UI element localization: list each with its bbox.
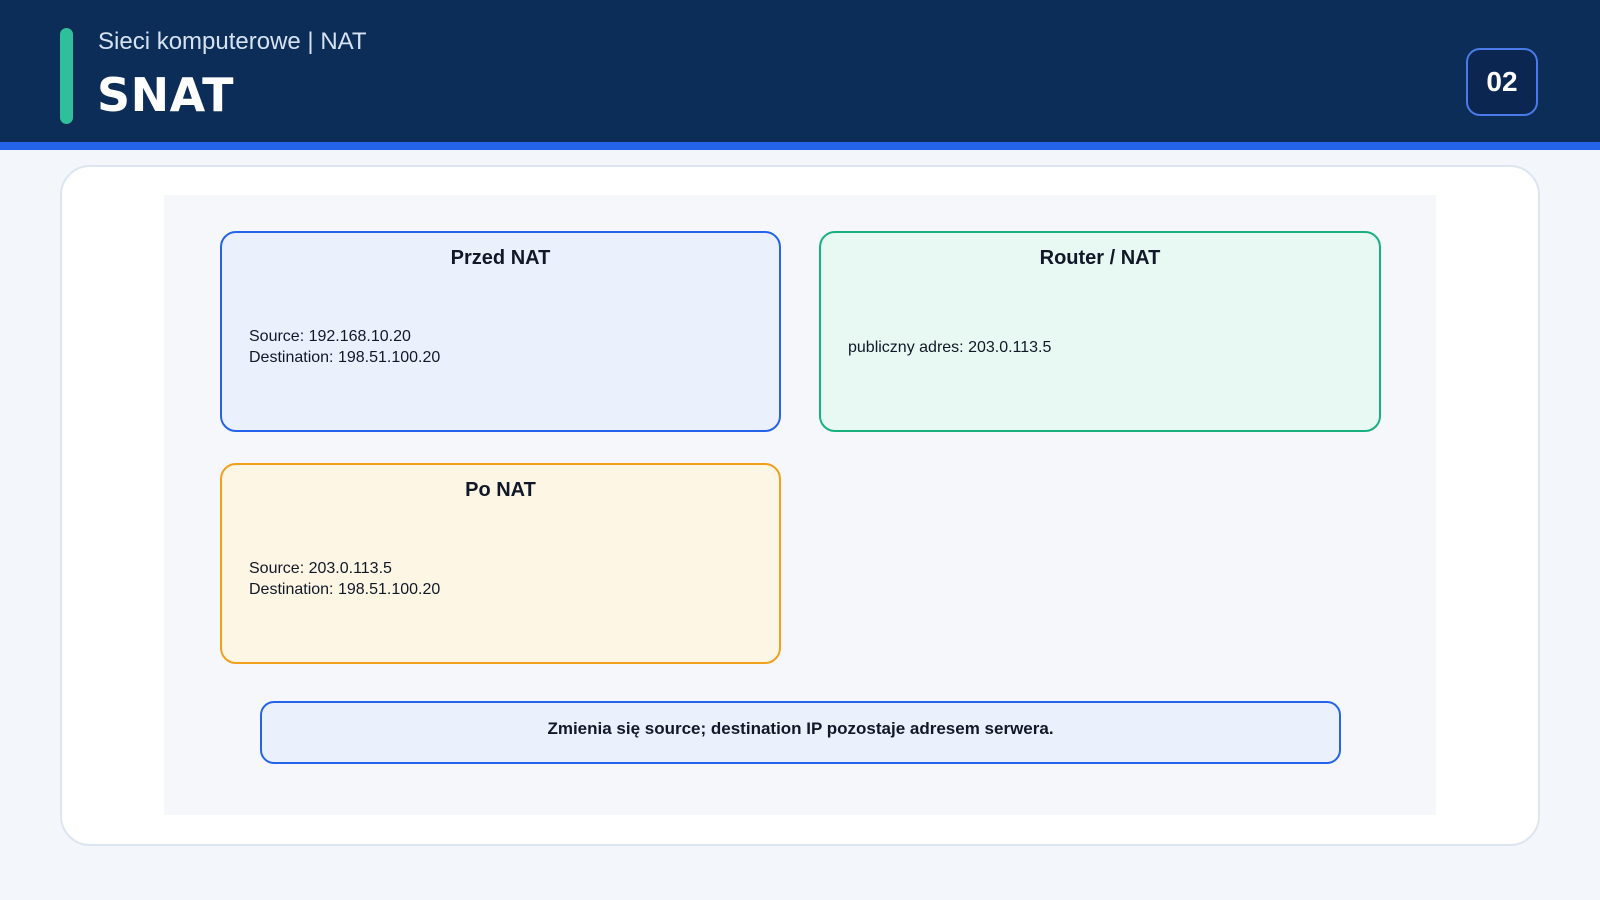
after-nat-destination: Destination: 198.51.100.20 [249, 581, 441, 598]
slide-title: SNAT [97, 68, 235, 122]
router-nat-box: Router / NAT publiczny adres: 203.0.113.… [819, 231, 1381, 432]
page-number-badge: 02 [1466, 48, 1538, 116]
before-nat-details: Source: 192.168.10.20 Destination: 198.5… [249, 326, 440, 368]
header-divider [0, 142, 1600, 150]
router-public-address: publiczny adres: 203.0.113.5 [848, 339, 1052, 356]
slide-header [0, 0, 1600, 142]
before-nat-box: Przed NAT Source: 192.168.10.20 Destinat… [220, 231, 781, 432]
slide-subtitle: Sieci komputerowe | NAT [98, 28, 367, 55]
before-nat-title: Przed NAT [450, 247, 551, 269]
router-nat-details: publiczny adres: 203.0.113.5 [848, 337, 1051, 358]
before-nat-destination: Destination: 198.51.100.20 [249, 349, 441, 366]
before-nat-source: Source: 192.168.10.20 [249, 328, 411, 345]
after-nat-title: Po NAT [465, 479, 536, 501]
summary-note-text: Zmienia się source; destination IP pozos… [547, 719, 1054, 738]
router-nat-title: Router / NAT [1039, 247, 1161, 269]
after-nat-details: Source: 203.0.113.5 Destination: 198.51.… [249, 558, 440, 600]
accent-bar [60, 28, 73, 124]
after-nat-box: Po NAT Source: 203.0.113.5 Destination: … [220, 463, 781, 664]
summary-note: Zmienia się source; destination IP pozos… [260, 701, 1341, 764]
after-nat-source: Source: 203.0.113.5 [249, 560, 392, 577]
